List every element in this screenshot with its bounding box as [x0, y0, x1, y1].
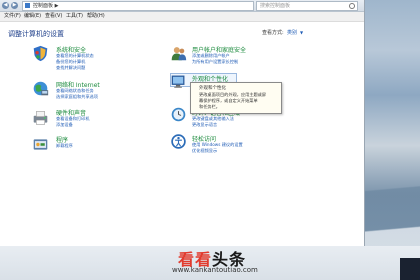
- link-uninstall-program[interactable]: 卸载程序: [56, 143, 73, 149]
- taskbar-corner: [400, 258, 420, 280]
- page-title: 调整计算机的设置: [8, 30, 64, 38]
- shield-icon[interactable]: [32, 45, 49, 62]
- globe-network-icon[interactable]: [32, 80, 49, 97]
- link-display-language[interactable]: 更改显示语言: [192, 122, 217, 128]
- control-panel-icon: [25, 3, 30, 8]
- printer-icon[interactable]: [32, 109, 49, 126]
- menu-help[interactable]: 帮助(H): [87, 12, 105, 21]
- control-panel-window: ◀ ▶ 控制面板 ▶ 搜索控制面板 文件(F) 编辑(E) 查看(V) 工具(T…: [0, 0, 365, 246]
- link-optimize-display[interactable]: 优化视频显示: [192, 148, 217, 154]
- address-box[interactable]: 控制面板 ▶: [22, 1, 254, 11]
- link-homegroup[interactable]: 选择家庭组和共享选项: [56, 94, 98, 100]
- menu-edit[interactable]: 编辑(E): [24, 12, 41, 21]
- view-by-label: 查看方式:: [262, 30, 284, 36]
- forward-button[interactable]: ▶: [11, 2, 18, 9]
- watermark-url: www.kankantoutiao.com: [172, 266, 258, 274]
- link-add-device[interactable]: 添加设备: [56, 122, 73, 128]
- link-parental-controls[interactable]: 为所有用户设置家长控制: [192, 59, 238, 65]
- view-by-dropdown[interactable]: 类别: [287, 29, 297, 36]
- users-icon[interactable]: [170, 45, 187, 62]
- menu-view[interactable]: 查看(V): [45, 12, 62, 21]
- tooltip-title: 外观和个性化: [199, 86, 226, 91]
- address-path: 控制面板 ▶: [33, 3, 59, 9]
- programs-icon[interactable]: [32, 136, 49, 153]
- tooltip: 外观和个性化 更改桌面项目的外观，应用主题或屏 幕保护程序，或自定义开始菜单 和…: [190, 82, 282, 114]
- menu-bar: 文件(F) 编辑(E) 查看(V) 工具(T) 帮助(H): [0, 12, 364, 22]
- chevron-down-icon[interactable]: ▼: [300, 30, 303, 35]
- tooltip-line: 和任务栏。: [199, 104, 220, 109]
- search-icon: [349, 3, 355, 9]
- address-bar-area: ◀ ▶ 控制面板 ▶ 搜索控制面板: [0, 0, 364, 12]
- back-button[interactable]: ◀: [2, 2, 9, 9]
- appearance-icon[interactable]: [170, 73, 187, 90]
- clock-globe-icon[interactable]: [170, 106, 187, 123]
- ease-of-access-icon[interactable]: [170, 133, 187, 150]
- search-placeholder: 搜索控制面板: [260, 3, 291, 9]
- link-troubleshoot[interactable]: 查找并解决问题: [56, 65, 85, 71]
- search-input[interactable]: 搜索控制面板: [256, 1, 358, 11]
- menu-tools[interactable]: 工具(T): [66, 12, 83, 21]
- menu-file[interactable]: 文件(F): [4, 12, 21, 21]
